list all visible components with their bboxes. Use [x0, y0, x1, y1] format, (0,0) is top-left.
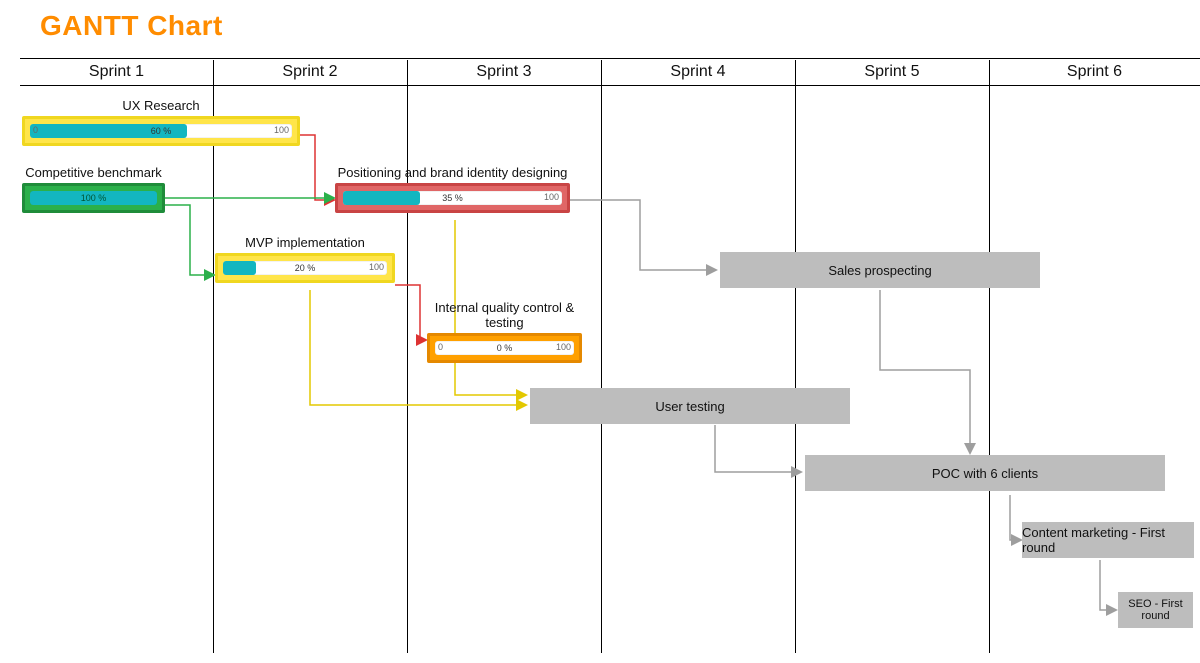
task-seo-first-round[interactable]: SEO - First round [1118, 592, 1193, 628]
task-brand-identity[interactable]: Positioning and brand identity designing… [335, 165, 570, 213]
col-sep [989, 60, 990, 653]
progress-percent: 60 % [30, 124, 292, 138]
col-sprint-3: Sprint 3 [407, 58, 601, 86]
col-sprint-6: Sprint 6 [989, 58, 1200, 86]
task-poc-clients[interactable]: POC with 6 clients [805, 455, 1165, 491]
col-sprint-1: Sprint 1 [20, 58, 213, 86]
progress-end: 100 [274, 125, 289, 135]
task-sales-prospecting[interactable]: Sales prospecting [720, 252, 1040, 288]
progress-end: 100 [369, 262, 384, 272]
task-bar: 100 % [22, 183, 165, 213]
col-sep [213, 60, 214, 653]
col-sprint-4: Sprint 4 [601, 58, 795, 86]
task-bar: 35 % 100 [335, 183, 570, 213]
task-competitive-benchmark[interactable]: Competitive benchmark 100 % [22, 165, 165, 213]
task-internal-qc[interactable]: Internal quality control & testing 0 0 %… [427, 300, 582, 363]
task-user-testing[interactable]: User testing [530, 388, 850, 424]
col-sprint-2: Sprint 2 [213, 58, 407, 86]
task-label: Internal quality control & testing [427, 300, 582, 333]
task-bar: 0 0 % 100 [427, 333, 582, 363]
page-title: GANTT Chart [40, 10, 223, 42]
col-sep [795, 60, 796, 653]
progress-percent: 0 % [435, 341, 574, 355]
progress-percent: 100 % [30, 191, 157, 205]
task-bar: 20 % 100 [215, 253, 395, 283]
progress-end: 100 [544, 192, 559, 202]
task-label: UX Research [22, 98, 300, 116]
task-label: Competitive benchmark [22, 165, 165, 183]
task-bar: 0 60 % 100 [22, 116, 300, 146]
progress-end: 100 [556, 342, 571, 352]
task-ux-research[interactable]: UX Research 0 60 % 100 [22, 98, 300, 146]
task-mvp-implementation[interactable]: MVP implementation 20 % 100 [215, 235, 395, 283]
col-sep [407, 60, 408, 653]
task-label: Positioning and brand identity designing [335, 165, 570, 183]
sprint-header: Sprint 1 Sprint 2 Sprint 3 Sprint 4 Spri… [20, 58, 1200, 88]
task-label: MVP implementation [215, 235, 395, 253]
col-sprint-5: Sprint 5 [795, 58, 989, 86]
task-content-marketing[interactable]: Content marketing - First round [1022, 522, 1194, 558]
progress-percent: 20 % [223, 261, 387, 275]
col-sep [601, 60, 602, 653]
progress-percent: 35 % [343, 191, 562, 205]
